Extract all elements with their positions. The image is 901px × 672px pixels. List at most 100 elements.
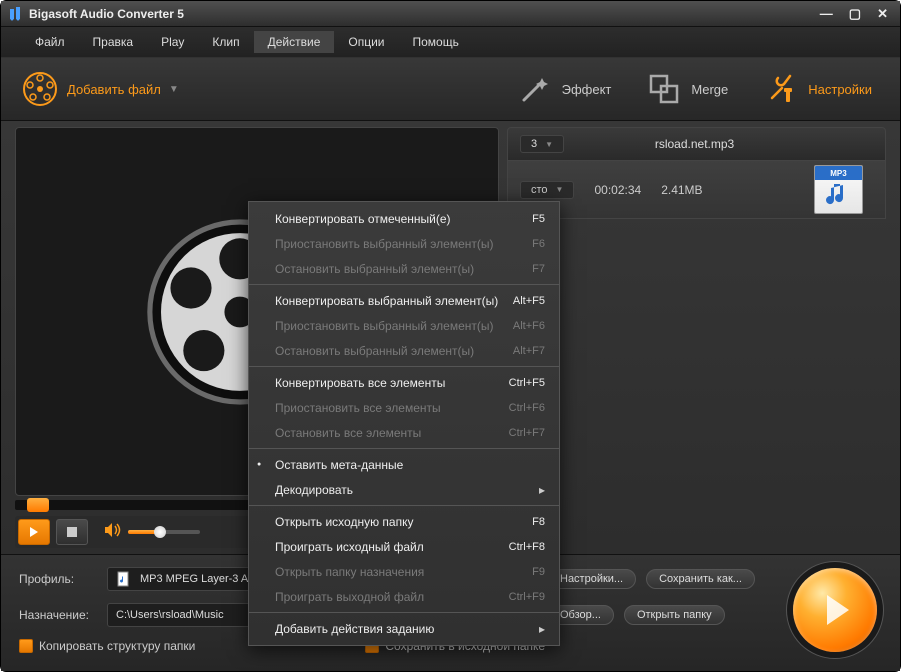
profile-settings-button[interactable]: Настройки... bbox=[547, 569, 636, 589]
submenu-arrow-icon: ▸ bbox=[539, 622, 545, 636]
volume-slider[interactable] bbox=[128, 530, 200, 534]
chevron-down-icon: ▼ bbox=[545, 140, 553, 149]
minimize-button[interactable]: — bbox=[816, 6, 837, 22]
menu-item: Остановить все элементы Ctrl+F7 bbox=[249, 420, 559, 445]
toolbar: Добавить файл ▼ Эффект Merge Настройки bbox=[1, 57, 900, 121]
merge-label: Merge bbox=[691, 82, 728, 97]
menu-shortcut: F7 bbox=[532, 263, 545, 275]
tools-icon bbox=[762, 70, 800, 108]
menu-edit[interactable]: Правка bbox=[79, 31, 148, 53]
file-name: rsload.net.mp3 bbox=[655, 137, 734, 151]
menu-item: Открыть папку назначения F9 bbox=[249, 559, 559, 584]
menu-item[interactable]: Открыть исходную папку F8 bbox=[249, 509, 559, 534]
menu-item-label: Конвертировать все элементы bbox=[275, 376, 445, 390]
menu-item-label: Оставить мета-данные bbox=[275, 458, 403, 472]
menu-file[interactable]: Файл bbox=[21, 31, 79, 53]
wand-icon bbox=[516, 70, 554, 108]
file-thumb: MP3 bbox=[814, 165, 863, 214]
add-file-label: Добавить файл bbox=[67, 82, 161, 97]
menu-item[interactable]: Добавить действия заданию▸ bbox=[249, 616, 559, 641]
open-folder-button[interactable]: Открыть папку bbox=[624, 605, 725, 625]
convert-button[interactable] bbox=[793, 568, 877, 652]
menu-item-label: Приостановить выбранный элемент(ы) bbox=[275, 319, 494, 333]
menu-shortcut: Alt+F6 bbox=[513, 320, 545, 332]
menu-action[interactable]: Действие bbox=[254, 31, 335, 53]
menubar: Файл Правка Play Клип Действие Опции Пом… bbox=[1, 27, 900, 57]
app-window: Bigasoft Audio Converter 5 — ▢ ✕ Файл Пр… bbox=[0, 0, 901, 672]
menu-shortcut: F6 bbox=[532, 238, 545, 250]
menu-clip[interactable]: Клип bbox=[198, 31, 253, 53]
menu-shortcut: Ctrl+F7 bbox=[509, 427, 545, 439]
music-file-icon bbox=[116, 571, 132, 587]
menu-options[interactable]: Опции bbox=[334, 31, 398, 53]
menu-item: Остановить выбранный элемент(ы)Alt+F7 bbox=[249, 338, 559, 363]
volume-icon[interactable] bbox=[104, 522, 122, 543]
chevron-down-icon: ▼ bbox=[169, 84, 179, 95]
menu-item-label: Остановить все элементы bbox=[275, 426, 421, 440]
effect-button[interactable]: Эффект bbox=[516, 70, 612, 108]
menu-shortcut: Ctrl+F9 bbox=[509, 591, 545, 603]
menu-item: Приостановить все элементыCtrl+F6 bbox=[249, 395, 559, 420]
chevron-down-icon: ▼ bbox=[556, 185, 564, 194]
menu-help[interactable]: Помощь bbox=[399, 31, 473, 53]
close-button[interactable]: ✕ bbox=[873, 6, 892, 22]
menu-item-label: Остановить выбранный элемент(ы) bbox=[275, 262, 474, 276]
menu-item[interactable]: Декодировать▸ bbox=[249, 477, 559, 502]
film-reel-icon bbox=[21, 70, 59, 108]
menu-item[interactable]: Конвертировать выбранный элемент(ы) Alt+F… bbox=[249, 288, 559, 313]
maximize-button[interactable]: ▢ bbox=[845, 6, 865, 22]
menu-item-label: Открыть исходную папку bbox=[275, 515, 413, 529]
seek-knob[interactable] bbox=[27, 498, 49, 512]
content-area: 3▼ rsload.net.mp3 сто▼ 00:02:34 2.41MB M… bbox=[1, 121, 900, 554]
row-drop-value: сто bbox=[531, 184, 548, 196]
file-row[interactable]: сто ▼ 00:02:34 2.41MB MP3 bbox=[507, 161, 886, 219]
menu-item[interactable]: ●Оставить мета-данные bbox=[249, 452, 559, 477]
menu-shortcut: Ctrl+F5 bbox=[509, 377, 545, 389]
menu-item: Приостановить выбранный элемент(ы) Alt+F6 bbox=[249, 313, 559, 338]
file-duration: 00:02:34 bbox=[594, 183, 641, 197]
save-as-button[interactable]: Сохранить как... bbox=[646, 569, 755, 589]
copy-structure-checkbox[interactable]: Копировать структуру папки bbox=[19, 639, 195, 653]
menu-shortcut: F8 bbox=[532, 516, 545, 528]
header-drop-1-value: 3 bbox=[531, 138, 537, 150]
menu-shortcut: Alt+F5 bbox=[513, 295, 545, 307]
volume-control bbox=[104, 522, 200, 543]
menu-shortcut: Ctrl+F8 bbox=[509, 541, 545, 553]
stop-button[interactable] bbox=[56, 519, 88, 545]
menu-item-label: Декодировать bbox=[275, 483, 353, 497]
menu-item-label: Проиграть выходной файл bbox=[275, 590, 424, 604]
profile-label: Профиль: bbox=[19, 572, 97, 586]
menu-shortcut: Ctrl+F6 bbox=[509, 402, 545, 414]
menu-item-label: Конвертировать выбранный элемент(ы) bbox=[275, 294, 498, 308]
menu-shortcut: F5 bbox=[532, 213, 545, 225]
effect-label: Эффект bbox=[562, 82, 612, 97]
file-size: 2.41MB bbox=[661, 183, 702, 197]
menu-item: Приостановить выбранный элемент(ы) F6 bbox=[249, 231, 559, 256]
menu-play[interactable]: Play bbox=[147, 31, 198, 53]
menu-item[interactable]: Конвертировать все элементы Ctrl+F5 bbox=[249, 370, 559, 395]
file-header: 3▼ rsload.net.mp3 bbox=[507, 127, 886, 161]
copy-structure-label: Копировать структуру папки bbox=[39, 639, 195, 653]
row-drop[interactable]: сто ▼ bbox=[520, 181, 574, 199]
add-file-button[interactable]: Добавить файл ▼ bbox=[21, 70, 179, 108]
menu-item[interactable]: Конвертировать отмеченный(е) F5 bbox=[249, 206, 559, 231]
menu-shortcut: Alt+F7 bbox=[513, 345, 545, 357]
menu-item-label: Открыть папку назначения bbox=[275, 565, 424, 579]
checkbox-icon bbox=[19, 639, 33, 653]
mp3-tag: MP3 bbox=[815, 166, 862, 180]
menu-item-label: Конвертировать отмеченный(е) bbox=[275, 212, 451, 226]
menu-item: Проиграть выходной файл Ctrl+F9 bbox=[249, 584, 559, 609]
action-dropdown: Конвертировать отмеченный(е) F5 Приостанов… bbox=[248, 201, 560, 646]
header-drop-1[interactable]: 3▼ bbox=[520, 135, 564, 153]
play-button[interactable] bbox=[18, 519, 50, 545]
titlebar: Bigasoft Audio Converter 5 — ▢ ✕ bbox=[1, 1, 900, 27]
settings-button[interactable]: Настройки bbox=[762, 70, 872, 108]
file-list: 3▼ rsload.net.mp3 сто▼ 00:02:34 2.41MB M… bbox=[507, 127, 886, 548]
menu-shortcut: F9 bbox=[532, 566, 545, 578]
menu-item-label: Приостановить выбранный элемент(ы) bbox=[275, 237, 494, 251]
merge-icon bbox=[645, 70, 683, 108]
menu-item[interactable]: Проиграть исходный файл Ctrl+F8 bbox=[249, 534, 559, 559]
merge-button[interactable]: Merge bbox=[645, 70, 728, 108]
menu-item-label: Проиграть исходный файл bbox=[275, 540, 424, 554]
settings-label: Настройки bbox=[808, 82, 872, 97]
